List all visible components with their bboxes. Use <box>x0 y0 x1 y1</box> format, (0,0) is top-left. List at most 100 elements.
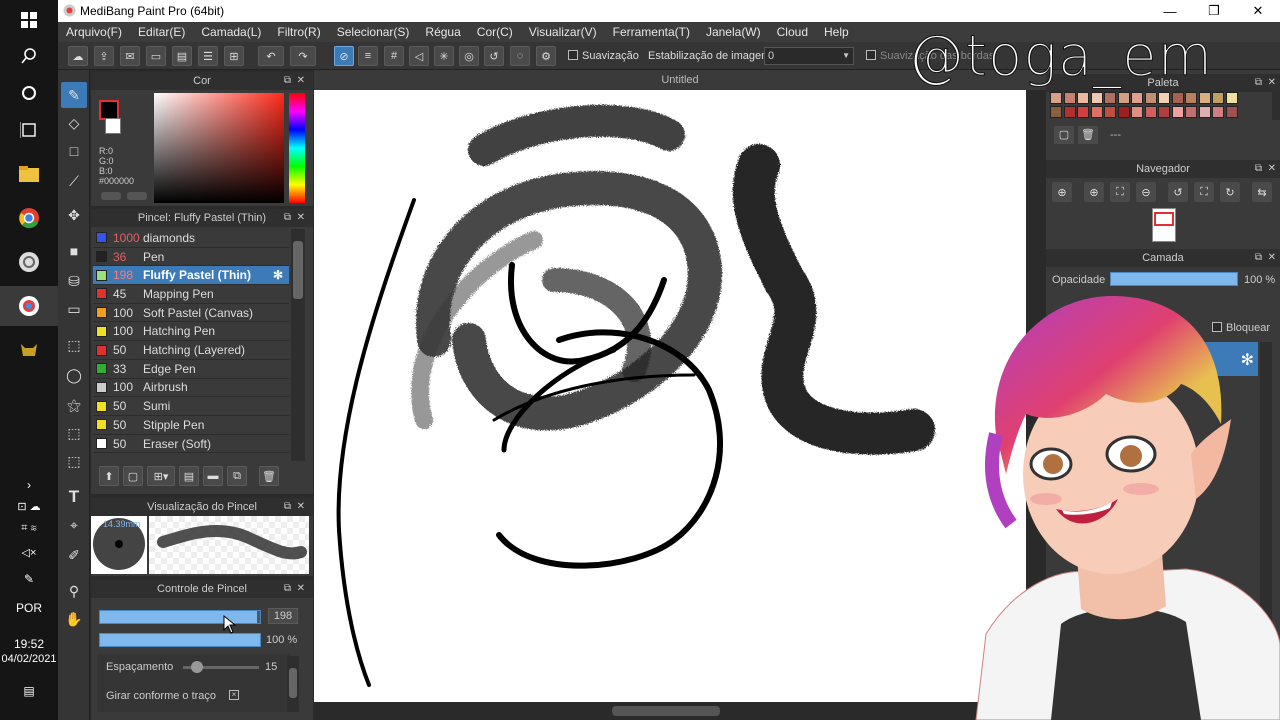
brush-list-scrollbar[interactable] <box>291 229 305 461</box>
navigator-view-rect[interactable] <box>1154 212 1174 226</box>
line-brush-icon[interactable]: ⟋ <box>61 168 87 194</box>
text-tool-icon[interactable]: T <box>61 484 87 510</box>
brush-settings-gear-icon[interactable]: ✻ <box>273 268 283 282</box>
zoom-icon[interactable]: ⊕ <box>1052 182 1072 202</box>
notifications-icon[interactable]: ▤ <box>0 684 58 698</box>
rectangle-tool-icon[interactable]: □ <box>61 138 87 164</box>
secondary-color-swatch[interactable] <box>105 118 121 134</box>
volume-mute-icon[interactable]: ◁× <box>0 546 58 559</box>
palette-swatch[interactable] <box>1117 92 1130 104</box>
palette-swatch[interactable] <box>1104 105 1116 118</box>
delete-brush-icon[interactable]: 🗑 <box>259 466 279 486</box>
eyedropper-icon[interactable]: ✐ <box>61 542 87 568</box>
task-view-icon[interactable] <box>0 110 58 150</box>
restore-button[interactable]: ❐ <box>1192 0 1236 22</box>
palette-swatch[interactable] <box>1212 105 1224 118</box>
palette-swatch[interactable] <box>1144 92 1157 104</box>
scrollbar-thumb[interactable] <box>289 668 297 698</box>
concentric-snap-icon[interactable]: ◎ <box>459 46 479 66</box>
palette-swatch[interactable] <box>1090 105 1103 118</box>
close-icon[interactable]: ✕ <box>297 72 305 90</box>
palette-swatch[interactable] <box>1185 105 1197 118</box>
close-icon[interactable]: ✕ <box>297 498 305 516</box>
palette-swatch[interactable] <box>1063 92 1076 104</box>
brush-item[interactable]: 50 Hatching (Layered) <box>93 341 289 360</box>
stabilization-dropdown[interactable]: 0 ▼ <box>764 47 854 65</box>
menu-ferramenta[interactable]: Ferramenta(T) <box>613 25 690 39</box>
divide-tool-icon[interactable]: ⌖ <box>61 512 87 538</box>
bucket-tool-icon[interactable]: ⛁ <box>61 268 87 294</box>
app-owl-icon[interactable] <box>0 330 58 370</box>
parallel-snap-icon[interactable]: ≡ <box>358 46 378 66</box>
search-icon[interactable] <box>0 36 58 76</box>
share-icon[interactable]: ⇪ <box>94 46 114 66</box>
brush-item[interactable]: 45 Mapping Pen <box>93 285 289 304</box>
popout-icon[interactable]: ⧉ <box>284 498 291 516</box>
zoom-out-icon[interactable]: ⊖ <box>1136 182 1156 202</box>
grid-layout-icon[interactable]: ⊞ <box>224 46 244 66</box>
palette-swatch[interactable] <box>1104 92 1116 104</box>
grid-snap-icon[interactable]: # <box>384 46 404 66</box>
palette-swatch[interactable] <box>1063 105 1076 118</box>
color-mode-button[interactable] <box>101 192 121 200</box>
palette-swatch[interactable] <box>1144 105 1157 118</box>
brush-control-scrollbar[interactable] <box>287 656 299 712</box>
perspective-snap-icon[interactable]: ◁ <box>409 46 429 66</box>
select-pen-icon[interactable]: ⬚ <box>61 420 87 446</box>
tray-icons-2[interactable]: ⌗ ≋ <box>0 522 58 535</box>
close-icon[interactable]: ✕ <box>297 209 305 227</box>
magic-wand-icon[interactable]: ⚝ <box>61 392 87 418</box>
scrollbar-thumb[interactable] <box>612 706 720 716</box>
palette-swatch[interactable] <box>1050 92 1062 104</box>
color-mode-button-2[interactable] <box>127 192 147 200</box>
fill-shape-icon[interactable]: ■ <box>61 238 87 264</box>
menu-editar[interactable]: Editar(E) <box>138 25 185 39</box>
language-indicator[interactable]: POR <box>0 601 58 615</box>
new-brush-icon[interactable]: ▢ <box>123 466 143 486</box>
primary-color-swatch[interactable] <box>99 100 119 120</box>
palette-swatch[interactable] <box>1225 105 1238 118</box>
hue-slider[interactable] <box>289 93 305 203</box>
close-icon[interactable]: ✕ <box>1268 249 1276 267</box>
scrollbar-thumb[interactable] <box>293 241 303 299</box>
cloud-save-icon[interactable]: ☁ <box>68 46 88 66</box>
eyedropper-tool-icon[interactable]: ⚲ <box>61 578 87 604</box>
clock-time[interactable]: 19:52 <box>0 637 58 651</box>
snap-off-icon[interactable]: ⊘ <box>334 46 354 66</box>
palette-swatch[interactable] <box>1077 92 1089 104</box>
palette-scrollbar[interactable] <box>1272 92 1280 120</box>
close-icon[interactable]: ✕ <box>1268 74 1276 92</box>
close-icon[interactable]: ✕ <box>297 580 305 598</box>
minimize-button[interactable]: — <box>1148 0 1192 22</box>
palette-swatch[interactable] <box>1158 92 1170 104</box>
add-brush-cloud-icon[interactable]: ⬆ <box>99 466 119 486</box>
menu-regua[interactable]: Régua <box>425 25 460 39</box>
menu-cloud[interactable]: Cloud <box>777 25 808 39</box>
snap-settings-icon[interactable]: ⚙ <box>536 46 556 66</box>
popout-icon[interactable]: ⧉ <box>284 72 291 90</box>
palette-swatch[interactable] <box>1050 105 1062 118</box>
close-button[interactable]: ✕ <box>1236 0 1280 22</box>
tray-icons[interactable]: ⊡ ☁ <box>0 500 58 513</box>
eraser-tool-icon[interactable]: ◇ <box>61 110 87 136</box>
gradient-tool-icon[interactable]: ▭ <box>61 296 87 322</box>
palette-swatch[interactable] <box>1212 92 1224 104</box>
lasso-tool-icon[interactable]: ◯ <box>61 362 87 388</box>
popout-icon[interactable]: ⧉ <box>1255 160 1262 178</box>
windows-start-icon[interactable] <box>0 0 58 40</box>
hand-tool-icon[interactable]: ✋ <box>61 606 87 632</box>
medibang-taskbar-icon[interactable] <box>0 286 58 326</box>
palette-swatch[interactable] <box>1198 92 1211 104</box>
close-icon[interactable]: ✕ <box>1268 160 1276 178</box>
comment-icon[interactable]: ✉ <box>120 46 140 66</box>
brush-item[interactable]: 100 Hatching Pen <box>93 323 289 342</box>
chrome-icon[interactable] <box>0 198 58 238</box>
brush-item[interactable]: 33 Edge Pen <box>93 360 289 379</box>
fit-icon[interactable]: ⛶ <box>1110 182 1130 202</box>
list-icon[interactable]: ☰ <box>198 46 218 66</box>
brush-item[interactable]: 50 Stipple Pen <box>93 416 289 435</box>
menu-visualizar[interactable]: Visualizar(V) <box>529 25 597 39</box>
rotate-left-icon[interactable]: ↺ <box>1168 182 1188 202</box>
smoothing-checkbox[interactable]: Suavização <box>568 50 639 62</box>
add-brush-menu-icon[interactable]: ⊞▾ <box>147 466 175 486</box>
